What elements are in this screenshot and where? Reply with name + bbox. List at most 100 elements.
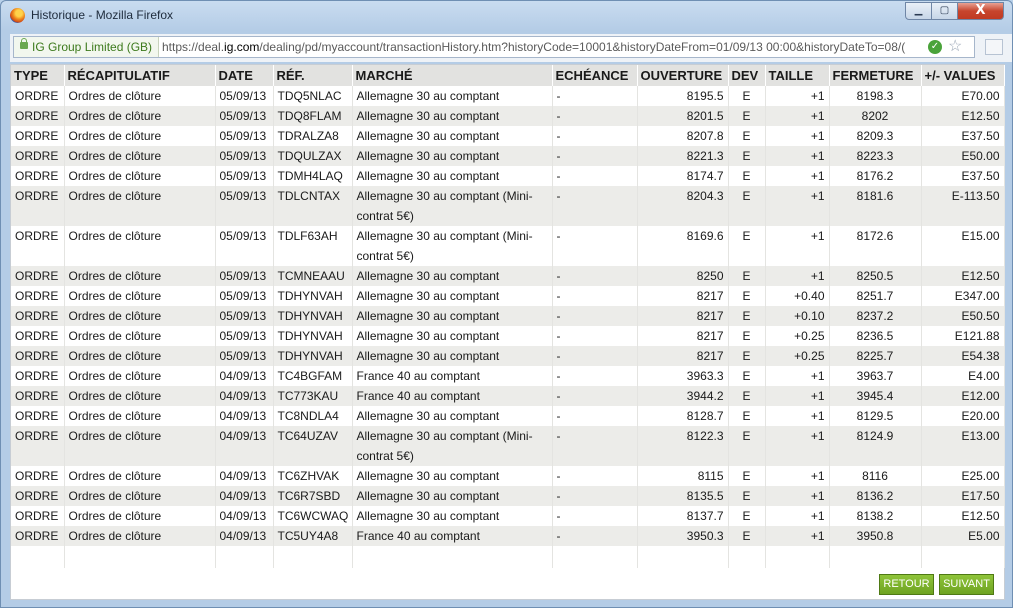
cell-fermeture: 8250.5 [829,266,922,286]
table-row: ORDRE Ordres de clôture 05/09/13 TDRALZA8 Al… [11,126,1005,146]
cell-recapitulatif: Ordres de clôture [64,286,216,306]
title-bar[interactable]: Historique - Mozilla Firefox ▁ ▢ X [1,1,1012,31]
cell-echeance: - [552,506,638,526]
cell-ref: TC6ZHVAK [273,466,353,486]
column-header-recapitulatif[interactable]: RÉCAPITULATIF [64,65,216,86]
cell-values: E121.88 [921,326,1005,346]
column-header-type[interactable]: TYPE [11,65,65,86]
close-button[interactable]: X [957,2,1004,20]
cell-ref: TDHYNVAH [273,306,353,326]
cell-ouverture: 8137.7 [637,506,729,526]
column-header-ref[interactable]: RÉF. [273,65,353,86]
cell-recapitulatif: Ordres de clôture [64,426,216,466]
cell-recapitulatif: Ordres de clôture [64,166,216,186]
retour-button[interactable]: RETOUR [879,574,934,595]
url-prefix: https://deal. [162,40,225,54]
cell-marche: Allemagne 30 au comptant (Mini-contrat 5… [352,426,553,466]
cell-type: ORDRE [11,506,65,526]
column-header-values[interactable]: +/- VALUES [921,65,1005,86]
cell-taille: +1 [765,466,830,486]
cell-ref: TDLF63AH [273,226,353,266]
cell-echeance: - [552,406,638,426]
cell-marche: Allemagne 30 au comptant [352,466,553,486]
column-header-dev[interactable]: DEV [728,65,766,86]
maximize-button[interactable]: ▢ [931,2,958,20]
cell-dev: E [728,226,766,266]
cell-dev: E [728,466,766,486]
cell-marche: Allemagne 30 au comptant [352,486,553,506]
cell-ouverture: 8217 [637,326,729,346]
cell-type: ORDRE [11,526,65,546]
table-row: ORDRE Ordres de clôture 04/09/13 TC6R7SBD Al… [11,486,1005,506]
star-icon[interactable]: ☆ [948,38,962,56]
cell-type: ORDRE [11,186,65,226]
cell-taille: +1 [765,106,830,126]
column-header-taille[interactable]: TAILLE [765,65,830,86]
cell-ref: TDMH4LAQ [273,166,353,186]
cell-marche: Allemagne 30 au comptant [352,286,553,306]
cell-fermeture: 8225.7 [829,346,922,366]
cell-recapitulatif: Ordres de clôture [64,146,216,166]
cell-dev: E [728,426,766,466]
cell-recapitulatif: Ordres de clôture [64,406,216,426]
site-identity-button[interactable]: IG Group Limited (GB) [14,37,160,57]
cell-dev: E [728,126,766,146]
cell-fermeture: 8138.2 [829,506,922,526]
column-header-date[interactable]: DATE [215,65,274,86]
cell-ouverture: 8174.7 [637,166,729,186]
cell-recapitulatif: Ordres de clôture [64,506,216,526]
browser-window: Historique - Mozilla Firefox ▁ ▢ X IG Gr… [0,0,1013,608]
cell-date: 05/09/13 [215,146,274,166]
cell-echeance: - [552,226,638,266]
cell-marche: Allemagne 30 au comptant [352,266,553,286]
cell-date: 04/09/13 [215,386,274,406]
minimize-button[interactable]: ▁ [905,2,932,20]
check-icon: ✓ [928,40,942,54]
url-text[interactable]: https://deal.ig.com/dealing/pd/myaccount… [162,37,922,57]
cell-ref: TDHYNVAH [273,326,353,346]
empty-cell [215,546,274,568]
cell-marche: Allemagne 30 au comptant [352,346,553,366]
table-row: ORDRE Ordres de clôture 04/09/13 TC6ZHVAK Al… [11,466,1005,486]
site-identity-label: IG Group Limited (GB) [32,40,153,54]
url-bar[interactable]: IG Group Limited (GB) https://deal.ig.co… [13,36,975,58]
column-header-echeance[interactable]: ECHÉANCE [552,65,638,86]
cell-recapitulatif: Ordres de clôture [64,526,216,546]
cell-dev: E [728,306,766,326]
cell-marche: Allemagne 30 au comptant [352,146,553,166]
cell-ouverture: 3963.3 [637,366,729,386]
cell-taille: +1 [765,426,830,466]
table-row: ORDRE Ordres de clôture 05/09/13 TDQ5NLAC Al… [11,86,1005,106]
cell-fermeture: 3950.8 [829,526,922,546]
cell-values: E37.50 [921,166,1005,186]
sidebar-toggle-button[interactable] [985,39,1003,55]
empty-cell [728,546,766,568]
cell-date: 05/09/13 [215,326,274,346]
cell-ref: TC6R7SBD [273,486,353,506]
empty-cell [273,546,353,568]
cell-type: ORDRE [11,346,65,366]
url-path: /dealing/pd/myaccount/transactionHistory… [259,40,906,54]
cell-marche: Allemagne 30 au comptant [352,126,553,146]
column-header-marche[interactable]: MARCHÉ [352,65,553,86]
cell-ouverture: 8195.5 [637,86,729,106]
cell-taille: +1 [765,126,830,146]
empty-cell [352,546,553,568]
cell-ouverture: 3944.2 [637,386,729,406]
cell-marche: France 40 au comptant [352,526,553,546]
cell-values: E12.50 [921,266,1005,286]
column-header-fermeture[interactable]: FERMETURE [829,65,922,86]
cell-marche: Allemagne 30 au comptant [352,306,553,326]
cell-date: 04/09/13 [215,506,274,526]
cell-echeance: - [552,306,638,326]
cell-fermeture: 8202 [829,106,922,126]
suivant-button[interactable]: SUIVANT [939,574,994,595]
cell-date: 05/09/13 [215,266,274,286]
cell-fermeture: 8209.3 [829,126,922,146]
column-header-ouverture[interactable]: OUVERTURE [637,65,729,86]
cell-ref: TDQULZAX [273,146,353,166]
cell-dev: E [728,166,766,186]
cell-type: ORDRE [11,126,65,146]
cell-fermeture: 8198.3 [829,86,922,106]
cell-type: ORDRE [11,166,65,186]
